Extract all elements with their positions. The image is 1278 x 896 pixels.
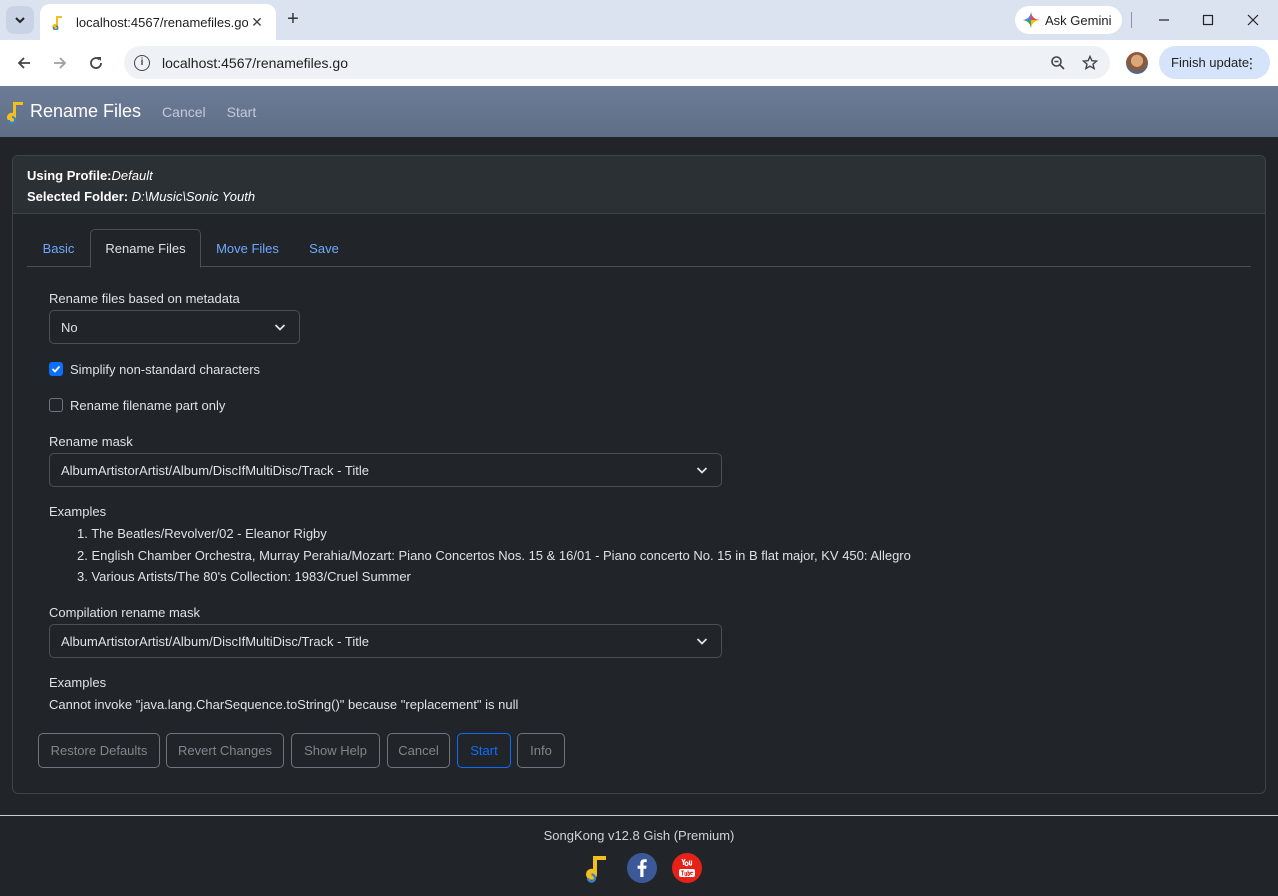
chevron-down-icon bbox=[15, 17, 25, 24]
restore-defaults-button[interactable]: Restore Defaults bbox=[38, 733, 160, 768]
checkmark-icon bbox=[51, 365, 61, 373]
tab-save[interactable]: Save bbox=[294, 229, 354, 267]
chevron-down-icon bbox=[696, 638, 708, 645]
nav-start-link[interactable]: Start bbox=[227, 104, 257, 120]
rename-mask-value: AlbumArtistorArtist/Album/DiscIfMultiDis… bbox=[61, 462, 369, 478]
folder-label: Selected Folder: bbox=[27, 189, 129, 204]
compilation-mask-value: AlbumArtistorArtist/Album/DiscIfMultiDis… bbox=[61, 633, 369, 649]
browser-toolbar: i localhost:4567/renamefiles.go Finish u… bbox=[0, 40, 1278, 86]
rename-mask-label: Rename mask bbox=[49, 434, 133, 449]
youtube-icon[interactable] bbox=[672, 853, 702, 883]
facebook-icon[interactable] bbox=[627, 853, 657, 883]
compilation-error-text: Cannot invoke "java.lang.CharSequence.to… bbox=[49, 697, 519, 712]
close-window-icon[interactable] bbox=[1241, 8, 1265, 32]
tab-search-button[interactable] bbox=[6, 6, 34, 34]
finish-update-button[interactable]: Finish update ⋮ bbox=[1159, 46, 1270, 79]
forward-icon[interactable] bbox=[47, 50, 73, 76]
compilation-mask-label: Compilation rename mask bbox=[49, 605, 201, 620]
simplify-checkbox[interactable] bbox=[49, 362, 63, 376]
maximize-icon[interactable] bbox=[1196, 8, 1220, 32]
chevron-down-icon bbox=[696, 467, 708, 474]
revert-changes-button[interactable]: Revert Changes bbox=[166, 733, 284, 768]
songkong-favicon-icon bbox=[52, 16, 62, 30]
tab-rename-files[interactable]: Rename Files bbox=[90, 229, 201, 268]
brand-title: Rename Files bbox=[30, 101, 142, 121]
filename-only-label[interactable]: Rename filename part only bbox=[70, 398, 225, 413]
footer-divider bbox=[0, 815, 1278, 816]
finish-update-label: Finish update bbox=[1171, 55, 1250, 70]
chevron-down-icon bbox=[274, 324, 286, 331]
rename-files-card: Using Profile:Default Selected Folder: D… bbox=[12, 155, 1266, 794]
ask-gemini-label: Ask Gemini bbox=[1045, 12, 1112, 28]
card-header: Using Profile:Default Selected Folder: D… bbox=[13, 156, 1265, 214]
new-tab-icon[interactable]: + bbox=[282, 8, 304, 30]
gemini-sparkle-icon bbox=[1023, 12, 1039, 28]
tab-basic[interactable]: Basic bbox=[27, 229, 90, 267]
list-item: 3. Various Artists/The 80's Collection: … bbox=[77, 569, 411, 584]
back-icon[interactable] bbox=[11, 50, 37, 76]
bookmark-star-icon[interactable] bbox=[1078, 51, 1102, 75]
more-menu-icon[interactable]: ⋮ bbox=[1244, 55, 1258, 72]
list-item: 1. The Beatles/Revolver/02 - Eleanor Rig… bbox=[77, 526, 327, 541]
show-help-button[interactable]: Show Help bbox=[291, 733, 380, 768]
reload-icon[interactable] bbox=[83, 50, 109, 76]
simplify-label[interactable]: Simplify non-standard characters bbox=[70, 362, 260, 377]
songkong-logo-icon bbox=[7, 101, 23, 124]
settings-tabs: Basic Rename Files Move Files Save bbox=[27, 229, 1251, 268]
profile-avatar[interactable] bbox=[1126, 52, 1148, 74]
toolbar-separator bbox=[1131, 12, 1132, 28]
compilation-mask-select[interactable]: AlbumArtistorArtist/Album/DiscIfMultiDis… bbox=[49, 624, 722, 658]
songkong-logo-icon[interactable] bbox=[582, 853, 612, 883]
rename-metadata-label: Rename files based on metadata bbox=[49, 291, 240, 306]
folder-value: D:\Music\Sonic Youth bbox=[131, 189, 256, 204]
minimize-icon[interactable] bbox=[1152, 8, 1176, 32]
profile-label: Using Profile: bbox=[27, 168, 112, 183]
rename-mask-select[interactable]: AlbumArtistorArtist/Album/DiscIfMultiDis… bbox=[49, 453, 722, 487]
address-bar[interactable]: i localhost:4567/renamefiles.go bbox=[124, 46, 1110, 79]
zoom-icon[interactable] bbox=[1046, 51, 1070, 75]
examples-label: Examples bbox=[49, 504, 107, 519]
ask-gemini-button[interactable]: Ask Gemini bbox=[1015, 6, 1122, 34]
address-url[interactable]: localhost:4567/renamefiles.go bbox=[162, 55, 1046, 71]
profile-value: Default bbox=[111, 168, 153, 183]
tab-title: localhost:4567/renamefiles.go bbox=[76, 14, 248, 30]
browser-tab[interactable]: localhost:4567/renamefiles.go ✕ bbox=[40, 4, 276, 40]
site-info-icon[interactable]: i bbox=[134, 54, 150, 71]
browser-tab-bar: localhost:4567/renamefiles.go ✕ + Ask Ge… bbox=[0, 0, 1278, 40]
folder-line: Selected Folder: D:\Music\Sonic Youth bbox=[27, 186, 1251, 207]
start-button[interactable]: Start bbox=[457, 733, 511, 768]
compilation-examples-label: Examples bbox=[49, 675, 107, 690]
tab-move-files[interactable]: Move Files bbox=[201, 229, 294, 267]
info-button[interactable]: Info bbox=[517, 733, 565, 768]
footer-version: SongKong v12.8 Gish (Premium) bbox=[543, 828, 735, 843]
filename-only-checkbox[interactable] bbox=[49, 398, 63, 412]
profile-line: Using Profile:Default bbox=[27, 165, 1251, 186]
app-navbar: Rename Files Cancel Start bbox=[0, 86, 1278, 137]
nav-cancel-link[interactable]: Cancel bbox=[162, 104, 206, 120]
list-item: 2. English Chamber Orchestra, Murray Per… bbox=[77, 547, 911, 563]
tab-close-icon[interactable]: ✕ bbox=[248, 13, 266, 31]
rename-metadata-select[interactable]: No bbox=[49, 310, 300, 344]
brand[interactable]: Rename Files bbox=[4, 100, 141, 124]
cancel-button[interactable]: Cancel bbox=[387, 733, 450, 768]
examples-list: 1. The Beatles/Revolver/02 - Eleanor Rig… bbox=[77, 523, 911, 588]
rename-metadata-value: No bbox=[61, 319, 78, 335]
